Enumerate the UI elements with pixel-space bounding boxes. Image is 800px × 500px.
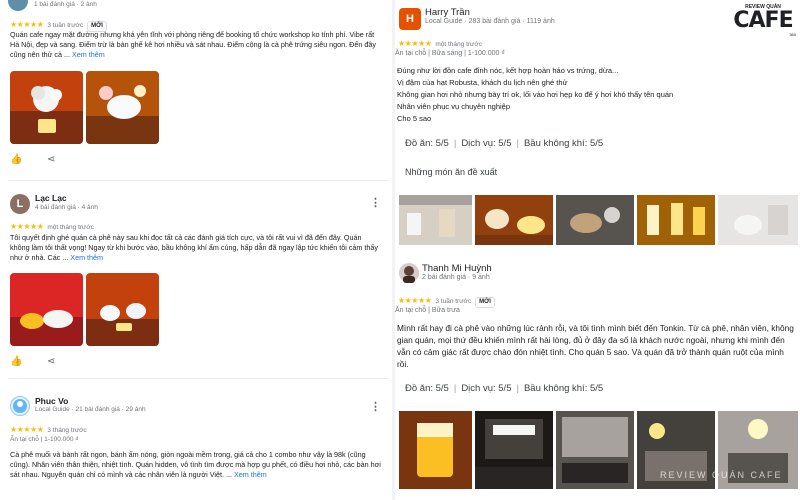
review-photo[interactable] [399, 195, 472, 245]
rating-row: ★★★★★ 3 tháng trước [10, 419, 87, 437]
review-line: Cho 5 sao [397, 114, 432, 123]
reviewer-name[interactable]: Harry Trần [425, 7, 470, 18]
visit-info: Ăn tại chỗ | Bữa sáng | 1-100.000 ₫ [395, 50, 505, 57]
photo-flowers-image [10, 71, 83, 144]
share-icon[interactable]: ⋖ [47, 154, 55, 165]
rating-row: ★★★★★ 3 tuần trước MỚI [398, 290, 495, 308]
review-quan-cafe-logo: REVIEW QUÁN CAFE 360 [730, 4, 796, 44]
reviewer-meta: 2 bài đánh giá · 9 ảnh [422, 274, 490, 281]
food-score: Đồ ăn: 5/5 [405, 383, 449, 394]
left-screenshot-panel: 1 bài đánh giá · 2 ảnh ★★★★★ 3 tuần trước… [0, 0, 392, 500]
photo-dessert-image [10, 273, 83, 346]
review-photo[interactable] [475, 411, 553, 489]
review-text: Quán cafe ngay mặt đường nhưng khá yên t… [10, 30, 382, 60]
photo-dessert-image [556, 195, 634, 245]
review-photo[interactable] [556, 195, 634, 245]
avatar-image [403, 266, 415, 283]
logo-main-text: CAFE [733, 8, 793, 33]
photo-coffee-set-image [475, 195, 553, 245]
reviewer-name[interactable]: Lạc Lạc [35, 193, 67, 203]
review-line: Đúng như lời đồn cafe đỉnh nóc, kết hợp … [397, 66, 619, 75]
review-photo[interactable] [86, 71, 159, 144]
service-score: Dịch vụ: 5/5 [461, 138, 512, 149]
rating-row: ★★★★★ một tháng trước [398, 33, 482, 51]
avatar-image [13, 399, 27, 413]
review-photo[interactable] [475, 195, 553, 245]
rating-row: ★★★★★ một tháng trước [10, 216, 94, 234]
like-icon[interactable]: 👍 [10, 154, 22, 165]
reviewer-meta: Local Guide · 283 bài đánh giá · 1119 ản… [425, 18, 555, 25]
avatar[interactable]: L [10, 194, 30, 214]
food-score: Đồ ăn: 5/5 [405, 138, 449, 149]
more-options-icon[interactable]: ⋮ [370, 196, 381, 209]
review-line: Vị đậm của hạt Robusta, khách du lịch nê… [397, 78, 568, 87]
review-photo[interactable] [10, 273, 83, 346]
reviewer-meta: Local Guide · 21 bài đánh giá · 29 ảnh [35, 406, 146, 413]
star-rating: ★★★★★ [398, 296, 432, 305]
star-rating: ★★★★★ [10, 425, 44, 434]
avatar[interactable] [8, 0, 28, 11]
atmosphere-score: Bầu không khí: 5/5 [523, 138, 604, 149]
visit-info: Ăn tại chỗ | 1-100.000 ₫ [10, 436, 79, 443]
review-text-content: Tôi quyết định ghé quán cà phê này sau k… [10, 233, 378, 262]
avatar[interactable] [399, 263, 419, 283]
review-line: Không gian hơi nhỏ nhưng bày trí ok, lối… [397, 90, 674, 99]
review-text: Mình rất hay đi cà phê vào những lúc rản… [397, 323, 794, 369]
aspect-scores: Đồ ăn: 5/5 | Dịch vụ: 5/5 | Bầu không khí: 5… [405, 138, 604, 149]
photo-storefront-image [475, 411, 553, 489]
photo-cups-image [399, 195, 472, 245]
review-date: một tháng trước [47, 224, 94, 231]
service-score: Dịch vụ: 5/5 [461, 383, 512, 394]
photo-teapot-image [86, 71, 159, 144]
see-more-link[interactable]: Xem thêm [234, 470, 267, 479]
avatar[interactable]: H [399, 8, 421, 30]
avatar[interactable] [10, 396, 30, 416]
see-more-link[interactable]: Xem thêm [72, 50, 105, 59]
photo-birds-image [86, 273, 159, 346]
reviewer-meta: 1 bài đánh giá · 2 ảnh [34, 1, 97, 8]
photo-interior-image [556, 411, 634, 489]
review-date: 3 tuần trước [435, 298, 472, 305]
star-rating: ★★★★★ [398, 39, 432, 48]
atmosphere-score: Bầu không khí: 5/5 [523, 383, 604, 394]
reviewer-meta: 4 bài đánh giá · 4 ảnh [35, 204, 98, 211]
reviewer-name[interactable]: Thanh Mi Huỳnh [422, 263, 492, 274]
photo-drinks-image [637, 195, 715, 245]
review-date: một tháng trước [435, 41, 482, 48]
review-photo[interactable] [637, 195, 715, 245]
review-photo[interactable] [86, 273, 159, 346]
divider [8, 180, 388, 181]
reviewer-name[interactable]: Phuc Vo [35, 396, 68, 406]
review-text: Cà phê muối và bánh rất ngon, bánh ấm nó… [10, 450, 382, 480]
aspect-scores: Đồ ăn: 5/5 | Dịch vụ: 5/5 | Bầu không khí: 5… [405, 383, 604, 394]
review-text-content: Cà phê muối và bánh rất ngon, bánh ấm nó… [10, 450, 381, 479]
see-more-link[interactable]: Xem thêm [70, 253, 103, 262]
review-line: Nhân viên phục vụ chuyên nghiệp [397, 102, 510, 111]
photo-iced-coffee-image [399, 411, 472, 489]
visit-info: Ăn tại chỗ | Bữa trưa [395, 307, 460, 314]
star-rating: ★★★★★ [10, 20, 44, 29]
review-date: 3 tháng trước [47, 427, 87, 434]
new-badge: MỚI [475, 297, 495, 308]
more-options-icon[interactable]: ⋮ [370, 400, 381, 413]
review-photo[interactable] [718, 195, 798, 245]
review-date: 3 tuần trước [47, 22, 84, 29]
photo-table-image [718, 195, 798, 245]
review-photo[interactable] [399, 411, 472, 489]
review-text-content: Quán cafe ngay mặt đường nhưng khá yên t… [10, 30, 376, 59]
review-text: Tôi quyết định ghé quán cà phê này sau k… [10, 233, 382, 263]
like-icon[interactable]: 👍 [10, 356, 22, 367]
review-photo[interactable] [556, 411, 634, 489]
watermark-text: REVIEW QUÁN CAFE [660, 470, 783, 480]
review-photo[interactable] [10, 71, 83, 144]
right-screenshot-panel: REVIEW QUÁN CAFE 360 H Harry Trần Local … [395, 0, 800, 500]
recommended-dishes-label: Những món ăn đề xuất [405, 167, 498, 177]
star-rating: ★★★★★ [10, 222, 44, 231]
divider [8, 378, 388, 379]
share-icon[interactable]: ⋖ [47, 356, 55, 367]
